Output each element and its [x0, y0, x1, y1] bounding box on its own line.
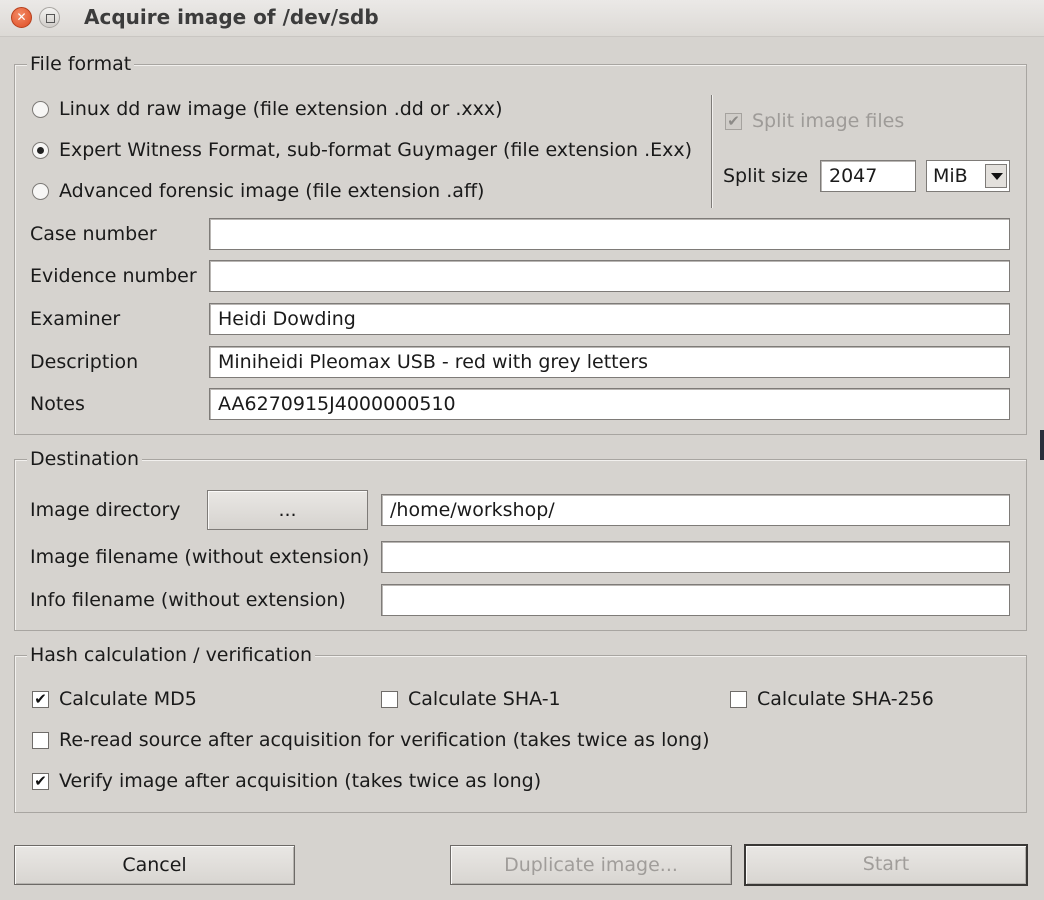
examiner-label: Examiner — [30, 308, 121, 330]
sha256-checkbox[interactable] — [730, 691, 747, 708]
close-window-button[interactable]: ✕ — [11, 7, 32, 28]
file-format-group: File format Linux dd raw image (file ext… — [14, 52, 1027, 435]
radio-aff[interactable] — [32, 183, 49, 200]
split-image-checkbox[interactable]: ✔ — [725, 113, 742, 130]
split-unit-select[interactable]: MiB — [926, 160, 1010, 192]
radio-expert-witness[interactable] — [32, 142, 49, 159]
radio-dd-raw[interactable] — [32, 101, 49, 118]
reread-label[interactable]: Re-read source after acquisition for ver… — [59, 728, 710, 752]
info-filename-label: Info filename (without extension) — [30, 589, 346, 611]
start-button[interactable]: Start — [744, 844, 1028, 886]
sha1-label[interactable]: Calculate SHA-1 — [408, 687, 561, 711]
cancel-button[interactable]: Cancel — [14, 845, 295, 885]
evidence-number-label: Evidence number — [30, 265, 197, 287]
md5-label[interactable]: Calculate MD5 — [59, 687, 197, 711]
split-image-label: Split image files — [752, 110, 905, 132]
chevron-down-icon[interactable] — [985, 164, 1007, 188]
case-number-label: Case number — [30, 223, 157, 245]
destination-legend: Destination — [27, 447, 143, 471]
hash-group: Hash calculation / verification ✔ Calcul… — [14, 643, 1027, 813]
case-number-input[interactable] — [209, 218, 1010, 250]
split-unit-value: MiB — [933, 165, 968, 187]
evidence-number-input[interactable] — [209, 260, 1010, 292]
image-filename-label: Image filename (without extension) — [30, 546, 370, 568]
description-label: Description — [30, 351, 139, 373]
window-title: Acquire image of /dev/sdb — [84, 5, 379, 29]
info-filename-input[interactable] — [381, 584, 1010, 616]
hash-legend: Hash calculation / verification — [27, 643, 316, 667]
image-filename-input[interactable] — [381, 541, 1010, 573]
md5-checkbox[interactable]: ✔ — [32, 691, 49, 708]
label-aff[interactable]: Advanced forensic image (file extension … — [59, 179, 484, 203]
verify-checkbox[interactable]: ✔ — [32, 773, 49, 790]
background-window-edge — [1040, 430, 1044, 460]
sha256-label[interactable]: Calculate SHA-256 — [757, 687, 934, 711]
destination-group: Destination Image directory ... /home/wo… — [14, 447, 1027, 631]
reread-checkbox[interactable] — [32, 732, 49, 749]
image-directory-input[interactable]: /home/workshop/ — [381, 494, 1010, 526]
title-bar: ✕ Acquire image of /dev/sdb — [0, 0, 1044, 37]
image-directory-label: Image directory — [30, 499, 181, 521]
maximize-window-button[interactable] — [39, 7, 60, 28]
examiner-input[interactable]: Heidi Dowding — [209, 303, 1010, 335]
format-separator — [711, 95, 712, 208]
verify-label[interactable]: Verify image after acquisition (takes tw… — [59, 769, 541, 793]
browse-directory-button[interactable]: ... — [207, 490, 368, 530]
label-dd-raw[interactable]: Linux dd raw image (file extension .dd o… — [59, 97, 503, 121]
file-format-legend: File format — [27, 52, 135, 76]
notes-label: Notes — [30, 393, 85, 415]
description-input[interactable]: Miniheidi Pleomax USB - red with grey le… — [209, 346, 1010, 378]
sha1-checkbox[interactable] — [381, 691, 398, 708]
split-size-label: Split size — [723, 165, 809, 187]
label-expert-witness[interactable]: Expert Witness Format, sub-format Guymag… — [59, 138, 692, 162]
duplicate-image-button[interactable]: Duplicate image... — [450, 845, 732, 885]
notes-input[interactable]: AA6270915J4000000510 — [209, 388, 1010, 420]
split-size-input[interactable]: 2047 — [820, 160, 916, 192]
